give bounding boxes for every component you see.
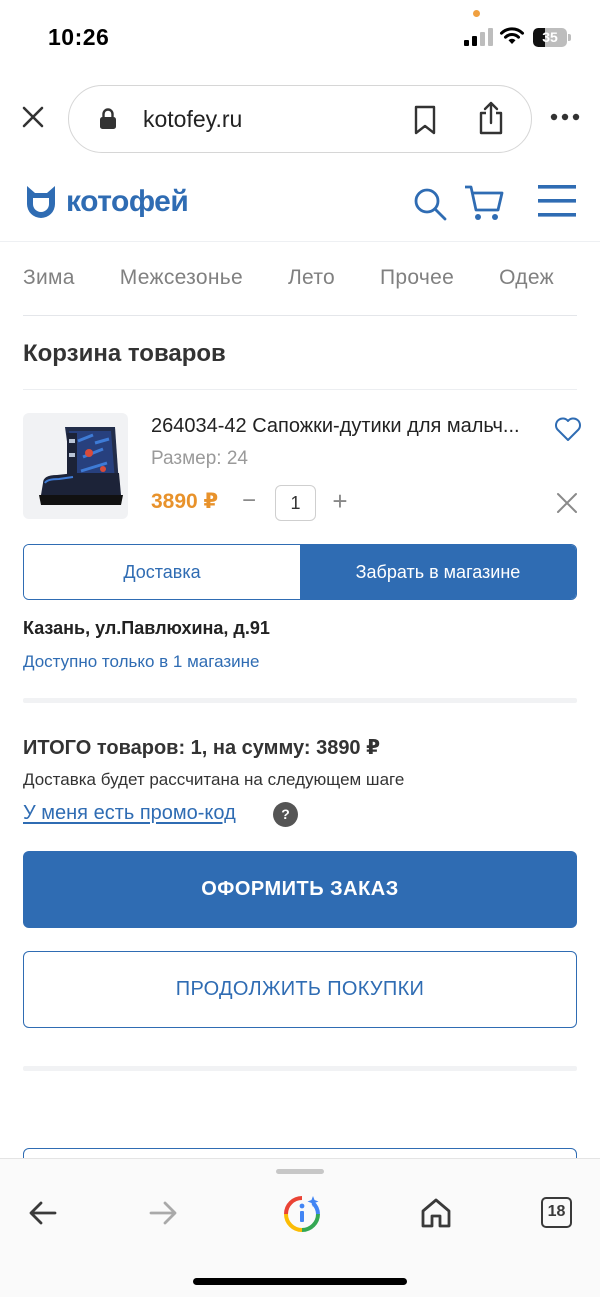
browser-bottom-toolbar: 18 (0, 1158, 600, 1297)
divider (23, 389, 577, 390)
section-divider (23, 698, 577, 703)
category-clothing[interactable]: Одеж (499, 266, 554, 290)
delivery-option-button[interactable]: Доставка (24, 545, 300, 599)
search-icon[interactable] (412, 186, 448, 222)
home-icon[interactable] (420, 1197, 452, 1229)
category-nav: Зима Межсезонье Лето Прочее Одеж (0, 242, 600, 316)
favorite-heart-icon[interactable] (554, 416, 582, 442)
hamburger-menu-icon[interactable] (536, 182, 578, 220)
divider (23, 315, 577, 316)
product-size: Размер: 24 (151, 448, 248, 469)
battery-percent: 35 (542, 29, 558, 45)
page-title: Корзина товаров (23, 340, 226, 367)
cellular-signal-icon (464, 28, 493, 46)
status-time: 10:26 (48, 24, 110, 50)
checkout-button[interactable]: ОФОРМИТЬ ЗАКАЗ (23, 851, 577, 928)
status-bar: 10:26 35 (0, 0, 600, 75)
promo-code-link[interactable]: У меня есть промо-код (23, 802, 236, 825)
forward-arrow-icon[interactable] (148, 1199, 178, 1227)
order-total: ИТОГО товаров: 1, на сумму: 3890 ₽ (23, 737, 381, 759)
close-tab-button[interactable] (18, 102, 48, 132)
cart-icon[interactable] (464, 184, 504, 222)
quantity-increase-button[interactable]: + (328, 487, 352, 515)
logo-text: котофей (66, 185, 189, 218)
site-header: котофей (0, 160, 600, 242)
boot-image (39, 427, 123, 505)
google-lens-icon[interactable] (282, 1194, 322, 1234)
more-options-icon[interactable] (550, 112, 580, 122)
share-icon[interactable] (477, 101, 505, 135)
quantity-decrease-button[interactable]: − (238, 488, 260, 514)
product-price: 3890 ₽ (151, 490, 219, 513)
product-image[interactable] (23, 413, 128, 519)
product-name[interactable]: 264034-42 Сапожки-дутики для мальч... (151, 415, 551, 438)
cat-logo-icon (27, 186, 55, 218)
section-divider (23, 1066, 577, 1071)
browser-address-bar: kotofey.ru (0, 84, 600, 154)
category-winter[interactable]: Зима (23, 266, 75, 290)
home-indicator[interactable] (193, 1278, 407, 1285)
privacy-indicator-dot (473, 10, 480, 17)
quantity-field[interactable]: 1 (275, 485, 316, 521)
pickup-option-button[interactable]: Забрать в магазине (300, 545, 576, 599)
help-icon[interactable]: ? (273, 802, 298, 827)
tabs-count-button[interactable]: 18 (541, 1197, 572, 1228)
category-other[interactable]: Прочее (380, 266, 454, 290)
category-summer[interactable]: Лето (288, 266, 335, 290)
continue-shopping-button[interactable]: ПРОДОЛЖИТЬ ПОКУПКИ (23, 951, 577, 1028)
store-address: Казань, ул.Павлюхина, д.91 (23, 618, 270, 638)
site-logo[interactable]: котофей (24, 184, 189, 220)
remove-item-icon[interactable] (555, 491, 579, 515)
category-demiseason[interactable]: Межсезонье (120, 266, 243, 290)
bookmark-icon[interactable] (413, 105, 437, 135)
store-availability-link[interactable]: Доступно только в 1 магазине (23, 652, 259, 672)
wifi-icon (500, 27, 524, 44)
url-text: kotofey.ru (143, 106, 243, 132)
back-arrow-icon[interactable] (28, 1199, 58, 1227)
close-icon (22, 106, 44, 128)
battery-icon: 35 (533, 28, 571, 47)
url-field[interactable]: kotofey.ru (68, 85, 532, 153)
delivery-method-toggle: Доставка Забрать в магазине (23, 544, 577, 600)
lock-icon (100, 108, 116, 129)
drag-handle[interactable] (276, 1169, 324, 1174)
delivery-note: Доставка будет рассчитана на следующем ш… (23, 770, 405, 789)
